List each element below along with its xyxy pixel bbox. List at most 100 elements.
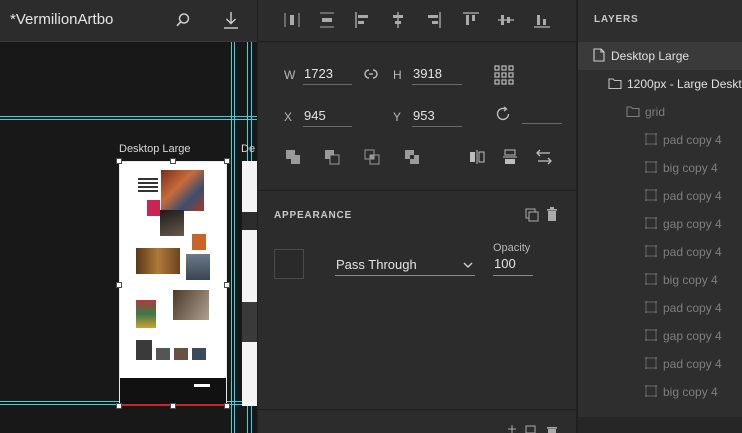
layout-guide <box>234 42 235 433</box>
boolean-exclude-icon[interactable] <box>404 149 420 165</box>
layers-scroll-area[interactable] <box>578 417 742 433</box>
x-label: X <box>284 110 293 124</box>
artboard-image <box>192 234 206 250</box>
rectangle-icon <box>645 357 657 369</box>
layer-row[interactable]: pad copy 4 <box>578 126 742 154</box>
layer-name: gap copy 4 <box>663 217 722 231</box>
rectangle-icon <box>645 273 657 285</box>
align-middle-icon[interactable] <box>497 11 515 29</box>
document-title[interactable]: *VermilionArtbo <box>10 11 142 28</box>
document-bar: *VermilionArtbo <box>0 0 257 42</box>
artboard-image <box>173 290 209 320</box>
resize-handle-bottom-right[interactable] <box>224 403 230 409</box>
layer-name: pad copy 4 <box>663 357 722 371</box>
layer-row[interactable]: Desktop Large <box>578 42 742 70</box>
layer-row[interactable]: big copy 4 <box>578 378 742 406</box>
opacity-field[interactable]: 100 <box>493 256 533 276</box>
symbol-icon[interactable] <box>525 425 539 433</box>
artboard-secondary[interactable] <box>242 161 257 406</box>
artboard-footer-button <box>194 384 210 387</box>
align-left-icon[interactable] <box>354 11 372 29</box>
fill-color-swatch[interactable] <box>274 249 304 279</box>
blend-mode-dropdown[interactable]: Pass Through <box>335 256 475 276</box>
rotate-icon <box>496 106 510 121</box>
rectangle-icon <box>645 245 657 257</box>
layer-name: big copy 4 <box>663 385 718 399</box>
layer-row[interactable]: pad copy 4 <box>578 238 742 266</box>
artboard-image <box>136 300 156 328</box>
layer-row[interactable]: 1200px - Large Desktop <box>578 70 742 98</box>
distribute-horizontal-icon[interactable] <box>283 11 301 29</box>
y-position-field[interactable]: 953 <box>412 108 462 127</box>
layout-guide <box>0 119 257 120</box>
height-field[interactable]: 3918 <box>412 66 462 85</box>
align-bottom-icon[interactable] <box>533 11 551 29</box>
align-right-icon[interactable] <box>424 11 442 29</box>
blend-mode-value: Pass Through <box>336 257 417 272</box>
boolean-subtract-icon[interactable] <box>324 149 340 165</box>
layer-name: pad copy 4 <box>663 189 722 203</box>
resize-handle-bottom[interactable] <box>170 403 176 409</box>
flip-horizontal-icon[interactable] <box>469 149 485 165</box>
search-icon[interactable] <box>175 12 191 28</box>
width-field[interactable]: 1723 <box>303 66 352 85</box>
artboard-image <box>136 248 180 274</box>
layers-title: LAYERS <box>594 14 639 25</box>
layer-row[interactable]: pad copy 4 <box>578 182 742 210</box>
boolean-intersect-icon[interactable] <box>364 149 380 165</box>
boolean-add-icon[interactable] <box>285 149 301 165</box>
resize-handle-left[interactable] <box>116 282 122 288</box>
artboard-image <box>156 348 170 360</box>
folder-icon <box>608 78 622 90</box>
artboard-image <box>147 200 160 216</box>
layout-guide <box>231 42 232 433</box>
delete-icon[interactable] <box>546 425 558 433</box>
rectangle-icon <box>645 385 657 397</box>
layers-header: LAYERS <box>578 0 742 40</box>
artboard-secondary-strip <box>242 302 257 342</box>
layer-row[interactable]: gap copy 4 <box>578 210 742 238</box>
resize-handle-top[interactable] <box>170 158 176 164</box>
artboard-desktop-large[interactable] <box>119 161 227 406</box>
artboard-label-secondary[interactable]: De <box>241 143 257 155</box>
add-icon[interactable] <box>508 425 516 433</box>
chevron-down-icon <box>463 262 473 268</box>
appearance-title: APPEARANCE <box>274 210 353 221</box>
layer-name: gap copy 4 <box>663 329 722 343</box>
align-center-icon[interactable] <box>389 11 407 29</box>
property-inspector: W 1723 H 3918 X 945 Y 953 APPEARANCE Pas… <box>257 0 577 433</box>
artboard-image <box>186 254 210 280</box>
swap-arrows-icon[interactable] <box>535 149 553 165</box>
layer-name: 1200px - Large Desktop <box>627 77 742 91</box>
resize-handle-top-left[interactable] <box>116 158 122 164</box>
artboard-label[interactable]: Desktop Large <box>119 143 191 155</box>
layer-row[interactable]: gap copy 4 <box>578 322 742 350</box>
opacity-label: Opacity <box>493 242 531 254</box>
layers-panel: LAYERS Desktop Large 1200px - Large Deskt… <box>576 0 742 433</box>
canvas-pane: *VermilionArtbo Desktop Large De <box>0 0 257 433</box>
layer-row[interactable]: big copy 4 <box>578 266 742 294</box>
resize-handle-bottom-left[interactable] <box>116 403 122 409</box>
symbol-icon[interactable] <box>525 208 539 222</box>
layer-row[interactable]: pad copy 4 <box>578 294 742 322</box>
artboard-heading-block <box>138 178 158 192</box>
distribute-vertical-icon[interactable] <box>318 11 336 29</box>
design-canvas[interactable]: Desktop Large De <box>0 42 257 433</box>
rotation-field[interactable] <box>522 105 562 124</box>
flip-vertical-icon[interactable] <box>502 149 518 165</box>
resize-handle-top-right[interactable] <box>224 158 230 164</box>
layer-row[interactable]: big copy 4 <box>578 154 742 182</box>
x-position-field[interactable]: 945 <box>303 108 352 127</box>
delete-icon[interactable] <box>546 207 558 221</box>
lock-aspect-icon[interactable] <box>363 67 379 81</box>
resize-handle-right[interactable] <box>224 282 230 288</box>
layer-row[interactable]: grid <box>578 98 742 126</box>
align-top-icon[interactable] <box>462 11 480 29</box>
layer-row[interactable]: pad copy 4 <box>578 350 742 378</box>
artboard-image <box>192 348 206 360</box>
export-icon[interactable] <box>222 10 240 30</box>
rectangle-icon <box>645 161 657 173</box>
transform-section: W 1723 H 3918 X 945 Y 953 <box>258 43 577 191</box>
responsive-resize-icon[interactable] <box>494 65 514 85</box>
layer-name: pad copy 4 <box>663 245 722 259</box>
